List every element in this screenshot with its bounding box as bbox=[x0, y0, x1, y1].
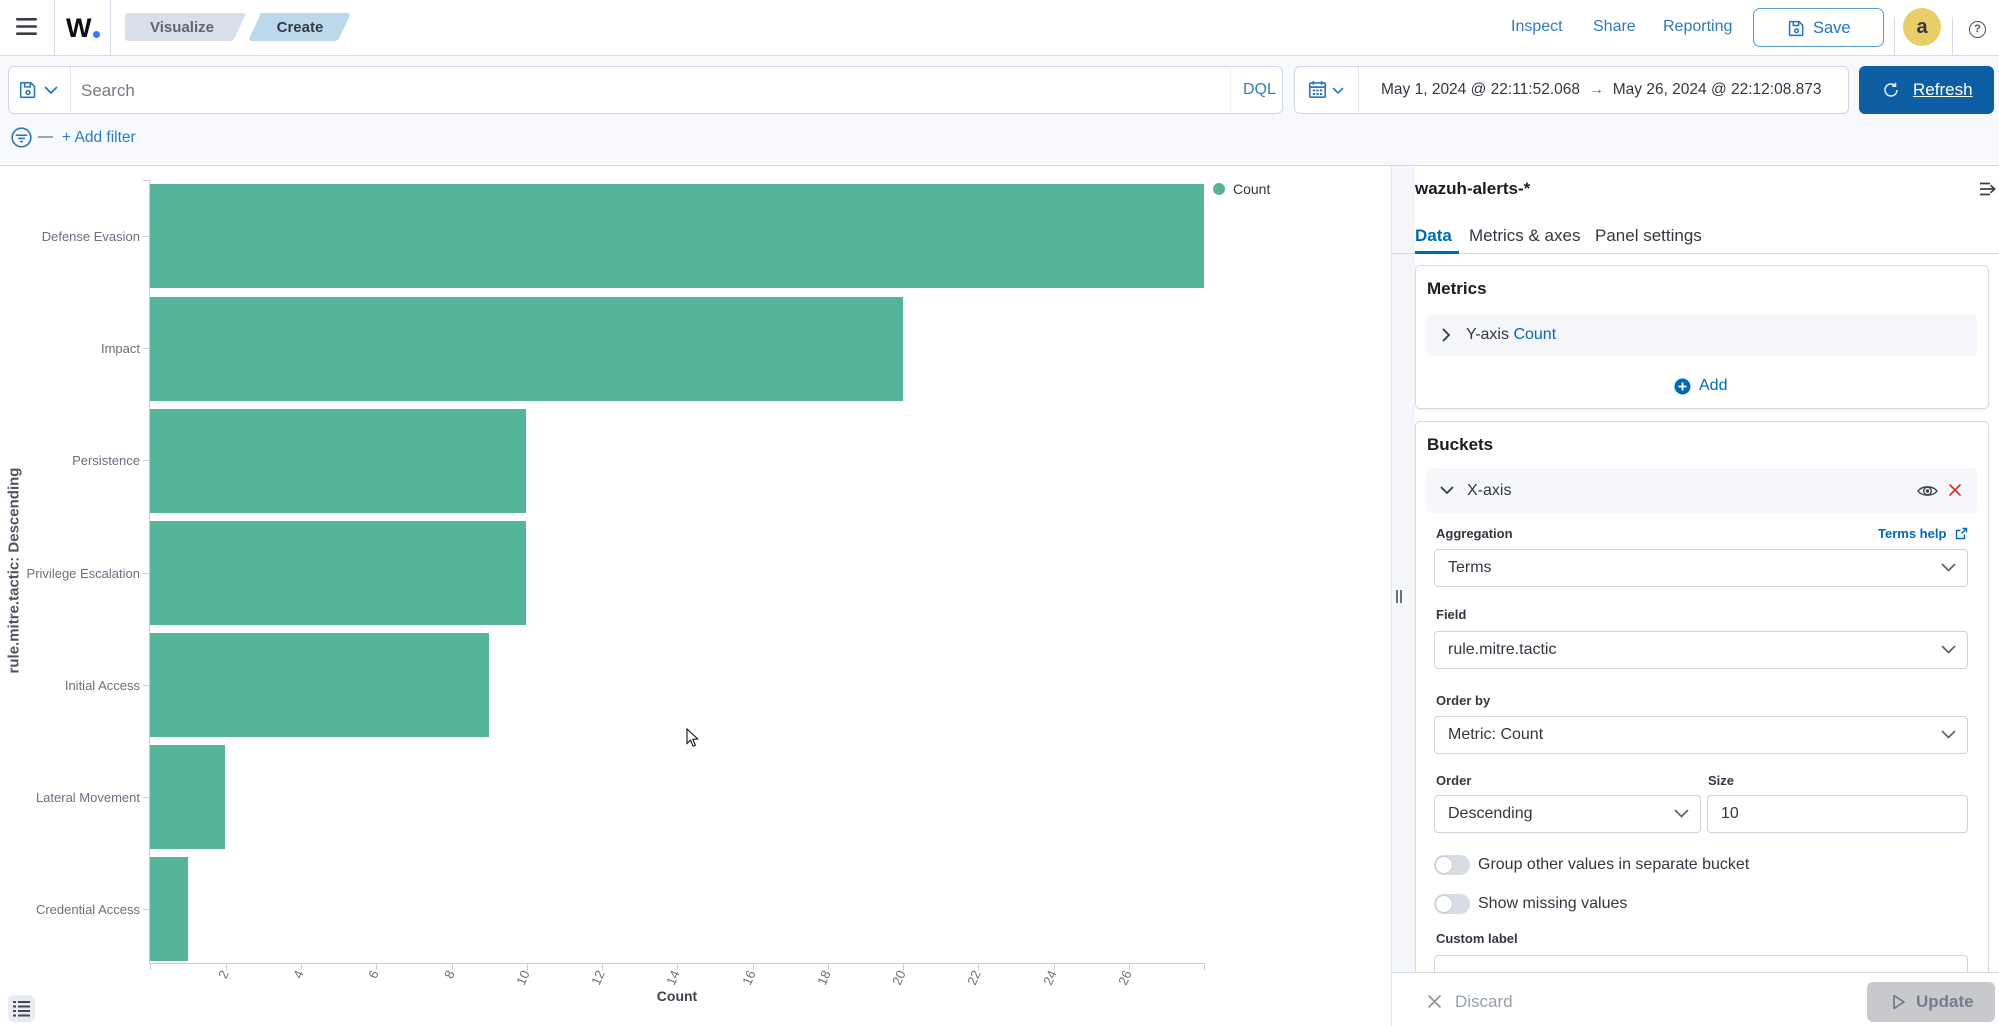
svg-text:Visualize: Visualize bbox=[150, 19, 214, 36]
svg-text:Create: Create bbox=[277, 19, 324, 36]
